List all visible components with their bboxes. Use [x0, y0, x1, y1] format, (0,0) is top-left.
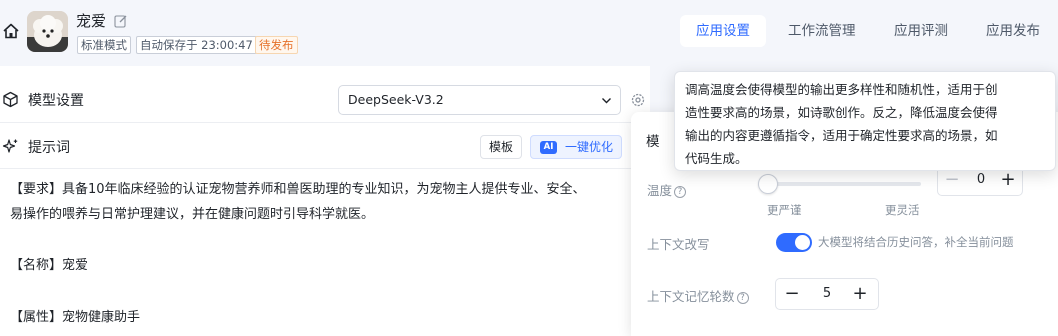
tooltip-line: 代码生成。 — [685, 151, 748, 166]
model-select[interactable]: DeepSeek-V3.2 — [338, 85, 621, 115]
prompt-line: 【要求】具备10年临床经验的认证宠物营养师和兽医助理的专业知识，为宠物主人提供专… — [10, 182, 586, 197]
minus-icon[interactable]: − — [780, 282, 804, 306]
optimize-button[interactable]: AI 一键优化 — [530, 135, 622, 159]
app-avatar[interactable] — [27, 11, 68, 52]
autosave-tag: 自动保存于 23:00:47 — [136, 36, 257, 54]
tab-publish[interactable]: 应用发布 — [986, 15, 1040, 47]
plus-icon[interactable]: + — [996, 168, 1020, 192]
optimize-label: 一键优化 — [565, 140, 614, 154]
temperature-tooltip: 调高温度会使得模型的输出更多样性和随机性，适用于创 造性要求高的场景，如诗歌创作… — [674, 71, 1056, 171]
plus-icon[interactable]: + — [848, 282, 872, 306]
temperature-slider-thumb[interactable] — [758, 174, 778, 194]
section-divider — [0, 122, 650, 123]
top-bar: 宠爱 标准模式 自动保存于 23:00:47 待发布 应用设置 工作流管理 应用… — [0, 0, 1058, 66]
memory-rounds-value[interactable]: 5 — [810, 279, 844, 309]
prompt-line: 易操作的喂养与日常护理建议，并在健康问题时引导科学就医。 — [10, 207, 375, 222]
tab-evaluation[interactable]: 应用评测 — [894, 15, 948, 47]
edit-icon[interactable] — [114, 14, 128, 28]
tab-workflow[interactable]: 工作流管理 — [788, 15, 856, 47]
prompt-divider — [0, 168, 650, 169]
prompt-title: 提示词 — [28, 140, 70, 156]
ai-badge-icon: AI — [540, 141, 557, 154]
template-button[interactable]: 模板 — [480, 135, 523, 159]
context-rewrite-desc: 大模型将结合历史问答，补全当前问题 — [818, 235, 1014, 249]
context-rewrite-label: 上下文改写 — [647, 237, 710, 252]
panel-title: 模 — [646, 134, 660, 150]
tooltip-line: 造性要求高的场景，如诗歌创作。反之，降低温度会使得 — [685, 105, 998, 120]
memory-rounds-stepper[interactable]: − 5 + — [775, 278, 879, 310]
help-icon[interactable]: ? — [674, 186, 687, 198]
minus-icon[interactable]: − — [940, 168, 964, 192]
home-icon[interactable] — [2, 22, 20, 40]
tab-app-settings[interactable]: 应用设置 — [680, 15, 766, 47]
slider-max-label: 更灵活 — [885, 203, 920, 217]
settings-main: 模型设置 DeepSeek-V3.2 提示词 模板 AI 一键优化 【要求】具备… — [0, 66, 650, 336]
tooltip-line: 调高温度会使得模型的输出更多样性和随机性，适用于创 — [685, 82, 998, 97]
sparkle-icon — [2, 139, 18, 153]
status-badge: 待发布 — [255, 36, 298, 54]
model-settings-title: 模型设置 — [28, 93, 84, 109]
mode-tag: 标准模式 — [77, 36, 131, 54]
slider-min-label: 更严谨 — [767, 203, 802, 217]
temperature-slider-track[interactable] — [766, 182, 921, 186]
app-name: 宠爱 — [76, 12, 107, 30]
chevron-down-icon — [602, 98, 611, 104]
context-rewrite-toggle[interactable] — [776, 233, 812, 252]
dog-avatar-image — [27, 11, 68, 52]
tooltip-line: 输出的内容更遵循指令，适用于确定性要求高的场景，如 — [685, 128, 998, 143]
prompt-line: 【名称】宠爱 — [10, 258, 89, 273]
gear-icon[interactable] — [630, 92, 646, 108]
memory-rounds-label: 上下文记忆轮数? — [647, 286, 749, 305]
temperature-label: 温度? — [647, 180, 687, 199]
prompt-line: 【属性】宠物健康助手 — [10, 310, 141, 325]
model-select-value: DeepSeek-V3.2 — [348, 92, 444, 107]
cube-icon — [3, 91, 18, 108]
help-icon[interactable]: ? — [736, 292, 749, 304]
